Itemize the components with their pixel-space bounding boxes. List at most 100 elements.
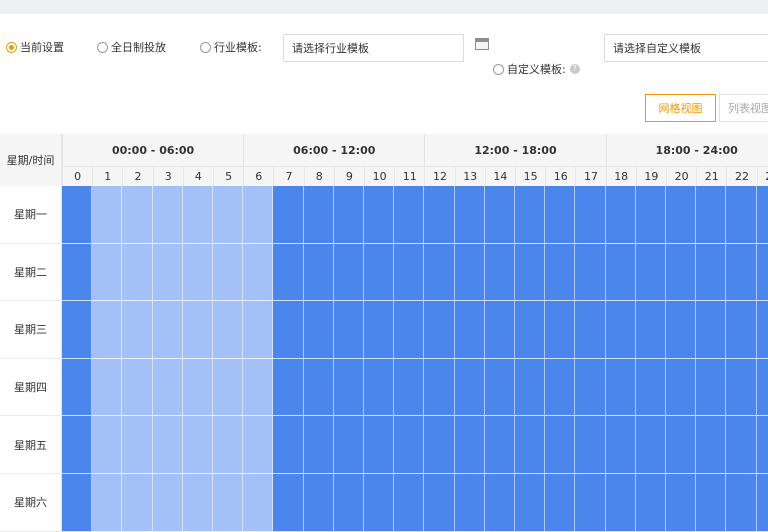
grid-view-button[interactable]: 网格视图 [645,94,716,122]
schedule-cell[interactable] [545,301,576,359]
custom-template-select[interactable]: 请选择自定义模板 [604,34,768,62]
schedule-cell[interactable] [182,186,213,244]
schedule-cell[interactable] [484,243,515,302]
schedule-cell[interactable] [484,358,515,417]
schedule-cell[interactable] [182,243,213,302]
schedule-cell[interactable] [666,186,697,244]
schedule-cell[interactable] [364,186,395,244]
schedule-cell[interactable] [635,301,666,359]
schedule-cell[interactable] [635,474,666,532]
schedule-cell[interactable] [605,358,636,417]
schedule-cell[interactable] [696,301,727,359]
schedule-cell[interactable] [545,474,576,532]
schedule-cell[interactable] [696,358,727,417]
schedule-cell[interactable] [273,301,304,359]
schedule-cell[interactable] [575,301,606,359]
schedule-cell[interactable] [756,186,768,244]
schedule-cell[interactable] [484,416,515,474]
schedule-cell[interactable] [666,358,697,417]
schedule-cell[interactable] [152,186,183,244]
schedule-cell[interactable] [666,416,697,474]
schedule-cell[interactable] [696,186,727,244]
schedule-cell[interactable] [152,243,183,302]
schedule-cell[interactable] [484,474,515,532]
schedule-cell[interactable] [213,416,244,474]
schedule-cell[interactable] [575,186,606,244]
schedule-cell[interactable] [454,474,485,532]
schedule-cell[interactable] [696,243,727,302]
schedule-cell[interactable] [152,416,183,474]
schedule-cell[interactable] [454,243,485,302]
schedule-cell[interactable] [454,358,485,417]
schedule-cell[interactable] [605,474,636,532]
schedule-cell[interactable] [122,416,153,474]
schedule-cell[interactable] [394,243,425,302]
radio-all-day[interactable]: 全日制投放 [97,39,166,55]
schedule-cell[interactable] [726,301,757,359]
schedule-cell[interactable] [182,301,213,359]
schedule-cell[interactable] [303,358,334,417]
schedule-cell[interactable] [454,186,485,244]
schedule-cell[interactable] [273,186,304,244]
schedule-cell[interactable] [515,301,546,359]
schedule-cell[interactable] [62,474,93,532]
schedule-cell[interactable] [666,301,697,359]
schedule-cell[interactable] [243,416,274,474]
schedule-cell[interactable] [605,186,636,244]
schedule-cell[interactable] [122,358,153,417]
schedule-cell[interactable] [394,358,425,417]
schedule-cell[interactable] [364,301,395,359]
schedule-cell[interactable] [62,358,93,417]
schedule-cell[interactable] [545,186,576,244]
schedule-cell[interactable] [635,186,666,244]
schedule-cell[interactable] [696,416,727,474]
schedule-cell[interactable] [333,186,364,244]
schedule-cell[interactable] [515,186,546,244]
schedule-cell[interactable] [575,416,606,474]
schedule-cell[interactable] [122,474,153,532]
schedule-cell[interactable] [756,243,768,302]
schedule-cell[interactable] [182,358,213,417]
schedule-cell[interactable] [696,474,727,532]
schedule-cell[interactable] [213,358,244,417]
schedule-cell[interactable] [756,358,768,417]
schedule-cell[interactable] [243,186,274,244]
schedule-cell[interactable] [394,416,425,474]
schedule-cell[interactable] [62,301,93,359]
schedule-cell[interactable] [756,474,768,532]
schedule-cell[interactable] [303,243,334,302]
schedule-cell[interactable] [605,243,636,302]
schedule-cell[interactable] [394,474,425,532]
schedule-cell[interactable] [364,358,395,417]
schedule-cell[interactable] [635,416,666,474]
schedule-cell[interactable] [545,358,576,417]
schedule-cell[interactable] [424,358,455,417]
schedule-cell[interactable] [394,301,425,359]
schedule-cell[interactable] [303,186,334,244]
schedule-cell[interactable] [726,416,757,474]
schedule-cell[interactable] [273,474,304,532]
schedule-cell[interactable] [635,243,666,302]
schedule-cell[interactable] [364,243,395,302]
schedule-cell[interactable] [333,358,364,417]
schedule-cell[interactable] [243,301,274,359]
help-icon[interactable]: ? [569,64,580,74]
schedule-cell[interactable] [62,186,93,244]
schedule-cell[interactable] [484,186,515,244]
schedule-cell[interactable] [92,243,123,302]
schedule-cell[interactable] [454,416,485,474]
schedule-cell[interactable] [122,243,153,302]
schedule-cell[interactable] [213,474,244,532]
schedule-cell[interactable] [213,301,244,359]
schedule-cell[interactable] [243,358,274,417]
schedule-cell[interactable] [213,186,244,244]
schedule-cell[interactable] [515,416,546,474]
schedule-cell[interactable] [152,474,183,532]
schedule-cell[interactable] [273,358,304,417]
schedule-cell[interactable] [424,416,455,474]
schedule-cell[interactable] [333,301,364,359]
schedule-cell[interactable] [182,416,213,474]
schedule-cell[interactable] [635,358,666,417]
schedule-cell[interactable] [575,243,606,302]
schedule-cell[interactable] [394,186,425,244]
